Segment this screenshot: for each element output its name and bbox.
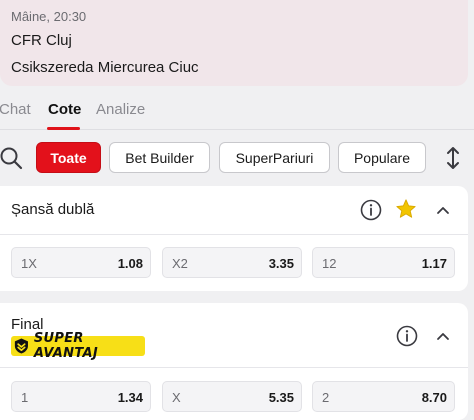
filter-chip-toate[interactable]: Toate (36, 142, 101, 173)
odd-value: 5.35 (268, 390, 294, 405)
odd-label: 12 (322, 256, 337, 271)
away-team: Csikszereda Miercurea Ciuc (11, 59, 199, 76)
odd-button-1[interactable]: 1 1.34 (11, 381, 151, 412)
super-avantaj-badge: SUPER AVANTAJ (11, 331, 145, 361)
odd-value: 1.08 (117, 256, 143, 271)
chevron-up-icon[interactable] (432, 199, 454, 221)
sort-arrows-icon[interactable] (444, 146, 462, 170)
chevron-up-icon[interactable] (432, 325, 454, 347)
search-icon[interactable] (0, 146, 24, 170)
info-icon[interactable] (360, 199, 382, 221)
star-icon[interactable] (395, 198, 417, 220)
odd-value: 1.17 (421, 256, 447, 271)
filter-chip-bet-builder[interactable]: Bet Builder (109, 142, 210, 173)
divider (0, 234, 468, 235)
active-tab-indicator (47, 127, 80, 130)
odd-button-x[interactable]: X 5.35 (162, 381, 302, 412)
market-sansa-dubla: Șansă dublă 1X 1.08 X2 3.35 12 1.17 (0, 186, 468, 291)
market-title: Șansă dublă (11, 201, 95, 218)
odd-label: 2 (322, 390, 330, 405)
filter-bar: Toate Bet Builder SuperPariuri Populare (0, 138, 474, 178)
tab-bar: Chat Cote Analize (0, 94, 474, 130)
tab-cote[interactable]: Cote (48, 101, 81, 118)
odd-button-x2[interactable]: X2 3.35 (162, 247, 302, 278)
odd-button-1x[interactable]: 1X 1.08 (11, 247, 151, 278)
match-time: Mâine, 20:30 (11, 9, 87, 24)
info-icon[interactable] (396, 325, 418, 347)
odd-value: 1.34 (117, 390, 143, 405)
divider (0, 367, 468, 368)
filter-chip-superpariuri[interactable]: SuperPariuri (219, 142, 330, 173)
odd-label: 1X (21, 256, 37, 271)
tab-chat[interactable]: Chat (0, 101, 31, 118)
badge-label: SUPER AVANTAJ (33, 331, 98, 361)
home-team: CFR Cluj (11, 32, 72, 49)
odd-value: 8.70 (421, 390, 447, 405)
odd-label: 1 (21, 390, 29, 405)
market-final: Final SUPER AVANTAJ 1 1.34 X 5.35 2 8.70 (0, 303, 468, 420)
chevron-shield-icon (14, 338, 28, 354)
odd-label: X2 (172, 256, 188, 271)
filter-chip-populare[interactable]: Populare (338, 142, 426, 173)
tab-analize[interactable]: Analize (96, 101, 145, 118)
odd-button-2[interactable]: 2 8.70 (312, 381, 455, 412)
match-card: Mâine, 20:30 CFR Cluj Csikszereda Miercu… (0, 0, 468, 86)
odd-label: X (172, 390, 181, 405)
odd-value: 3.35 (268, 256, 294, 271)
odd-button-12[interactable]: 12 1.17 (312, 247, 455, 278)
